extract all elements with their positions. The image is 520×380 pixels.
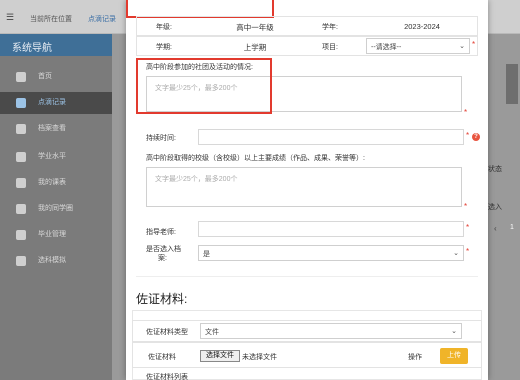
achievements-placeholder: 文字最少25个，最多200个 [155, 176, 238, 183]
required-mark: * [472, 40, 476, 49]
evidence-type-label: 佐证材料类型 [146, 329, 188, 336]
help-icon[interactable]: ? [472, 133, 480, 141]
sidebar-item-schedule[interactable]: 我的课表 [0, 172, 112, 194]
archive-label-line2: 案: [158, 255, 167, 262]
prev-page-icon[interactable]: ‹ [494, 224, 497, 233]
sidebar: 系统导航 首页 点滴记录 档案查看 学业水平 我的课表 我的同学圈 毕业管理 选… [0, 34, 112, 380]
sidebar-item-label: 学业水平 [38, 153, 66, 160]
project-label: 项目: [322, 44, 338, 51]
sidebar-item-graduation[interactable]: 毕业管理 [0, 224, 112, 246]
project-select[interactable]: --请选择-- ⌄ [366, 38, 470, 54]
evidence-type-value: 文件 [205, 329, 219, 336]
sidebar-item-classmates[interactable]: 我的同学圈 [0, 198, 112, 220]
mentor-label: 指导老师: [146, 229, 176, 236]
user-icon [16, 230, 26, 240]
cell-selected: 选入 [488, 204, 502, 211]
achievements-textarea[interactable]: 文字最少25个，最多200个 [146, 167, 462, 207]
required-mark: * [466, 223, 470, 232]
school-year-value: 2023-2024 [404, 22, 440, 31]
edit-icon [16, 98, 26, 108]
archive-select[interactable]: 是 ⌄ [198, 245, 464, 261]
page-number[interactable]: 1 [510, 224, 520, 231]
menu-icon[interactable]: ☰ [6, 12, 14, 23]
project-select-value: --请选择-- [371, 44, 402, 51]
home-icon [16, 72, 26, 82]
sidebar-item-label: 首页 [38, 73, 52, 80]
operation-label: 操作 [408, 354, 422, 361]
achievements-label: 高中阶段取得的校级（含校级）以上主要成绩（作品、成果、荣誉等）: [146, 155, 365, 162]
choose-file-button[interactable]: 选择文件 [200, 350, 240, 362]
sidebar-item-subject-sim[interactable]: 选科模拟 [0, 250, 112, 272]
chevron-down-icon: ⌄ [459, 43, 465, 50]
highlight-box-clubs [136, 58, 272, 114]
chart-icon [16, 152, 26, 162]
archive-label: 是否选入档 案: [146, 245, 190, 263]
scrollbar[interactable] [506, 64, 518, 104]
duration-input[interactable] [198, 129, 464, 145]
required-mark: * [466, 247, 470, 256]
archive-icon [16, 124, 26, 134]
sidebar-item-label: 我的课表 [38, 179, 66, 186]
no-file-text: 未选择文件 [242, 354, 277, 361]
sidebar-item-academic[interactable]: 学业水平 [0, 146, 112, 168]
evidence-type-select[interactable]: 文件 ⌄ [200, 323, 462, 339]
sidebar-item-label: 点滴记录 [38, 99, 66, 106]
sidebar-item-records[interactable]: 点滴记录 [0, 92, 112, 114]
archive-label-line1: 是否选入档 [146, 246, 181, 253]
sidebar-item-label: 选科模拟 [38, 257, 66, 264]
breadcrumb-home: 当前所在位置 [30, 16, 72, 23]
chevron-down-icon: ⌄ [453, 250, 459, 257]
duration-label: 持续时间: [146, 135, 176, 142]
sidebar-item-home[interactable]: 首页 [0, 66, 112, 88]
grade-label: 年级: [156, 24, 172, 31]
semester-label: 学期: [156, 44, 172, 51]
evidence-file-label: 佐证材料 [148, 354, 176, 361]
clipboard-icon [16, 256, 26, 266]
required-mark: * [464, 108, 468, 117]
school-year-label: 学年: [322, 24, 338, 31]
sidebar-item-label: 我的同学圈 [38, 205, 73, 212]
mentor-input[interactable] [198, 221, 464, 237]
grade-value: 高中一年级 [236, 23, 274, 32]
upload-button[interactable]: 上传 [440, 348, 468, 364]
evidence-list-label: 佐证材料列表 [146, 374, 188, 380]
group-icon [16, 204, 26, 214]
breadcrumb-current[interactable]: 点滴记录 [88, 14, 116, 24]
sidebar-title: 系统导航 [0, 34, 112, 56]
column-header-status: 状态 [488, 166, 502, 173]
sidebar-item-label: 毕业管理 [38, 231, 66, 238]
semester-value: 上学期 [243, 43, 267, 52]
evidence-title: 佐证材料: [136, 292, 188, 306]
section-divider [136, 276, 478, 277]
sidebar-item-label: 档案查看 [38, 125, 66, 132]
row-evidence-file [132, 342, 482, 368]
required-mark: * [464, 202, 468, 211]
schedule-icon [16, 178, 26, 188]
archive-select-value: 是 [203, 251, 210, 258]
chevron-down-icon: ⌄ [451, 328, 457, 335]
record-modal: 年级: 高中一年级 学年: 2023-2024 学期: 上学期 项目: --请选… [126, 0, 488, 380]
required-mark: * [466, 131, 470, 140]
sidebar-item-archive[interactable]: 档案查看 [0, 118, 112, 140]
